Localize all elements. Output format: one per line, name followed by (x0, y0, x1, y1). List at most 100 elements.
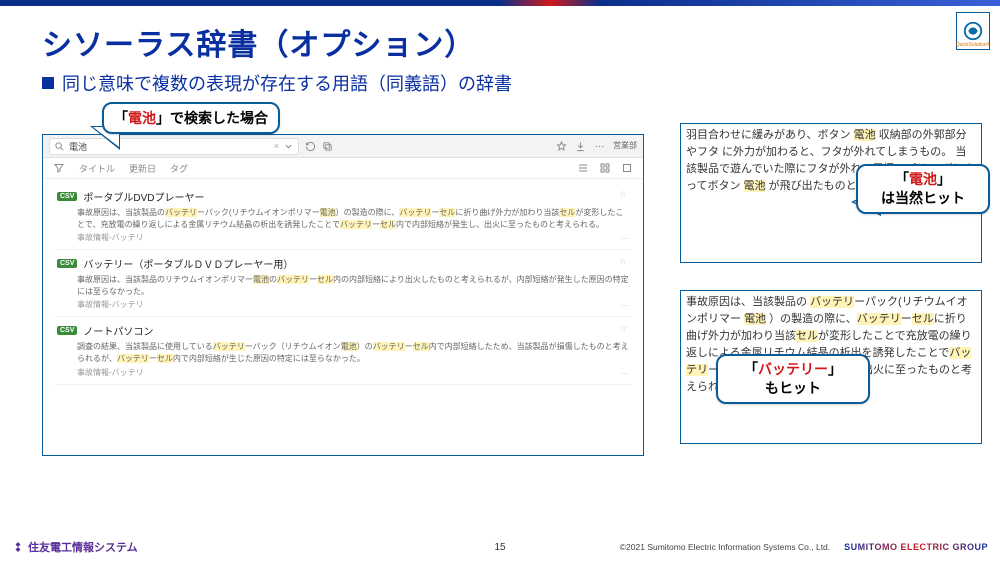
keyword-highlight: バッテリ (857, 313, 901, 325)
keyword-highlight: セル (912, 313, 934, 325)
slide-subtitle-row: 同じ意味で複数の表現が存在する用語（同義語）の辞書 (42, 70, 1000, 96)
keyword-highlight: 電池 (341, 342, 357, 351)
snippet-text: ーパック（リチウムイオン (245, 342, 341, 351)
result-snippet: 事故原因は、当該製品のバッテリーパック(リチウムイオンポリマー電池）の製造の際に… (77, 207, 629, 230)
callout-highlight: バッテリー (758, 361, 828, 377)
slide-title: シソーラス辞書（オプション） (42, 20, 1000, 64)
keyword-highlight: バッテリ (213, 342, 245, 351)
result-title: ノートパソコン (83, 323, 153, 338)
snippet-text: ）の (357, 342, 373, 351)
footer: 住友電工情報システム 15 ©2021 Sumitomo Electric In… (0, 539, 1000, 555)
search-result[interactable]: CSVポータブルDVDプレーヤー☆事故原因は、当該製品のバッテリーパック(リチウ… (55, 183, 631, 250)
keyword-highlight: セル (317, 275, 333, 284)
snippet-text: ー (149, 354, 157, 363)
keyword-highlight: 電池 (854, 129, 876, 141)
keyword-highlight: 電池 (744, 313, 766, 325)
filter-title[interactable]: タイトル (79, 162, 115, 175)
search-toolbar: 電池 × 営業部 (43, 135, 643, 158)
keyword-highlight: 電池 (744, 180, 766, 192)
callout-highlight: 電池 (909, 171, 937, 187)
content-area: 「電池」で検索した場合 「電池」 は当然ヒット 「バッテリー」 もヒット 電池 … (42, 104, 990, 484)
keyword-highlight: バッテリ (117, 354, 149, 363)
list-view-icon[interactable] (577, 162, 589, 174)
callout-text: 「 (895, 171, 909, 187)
callout-hit-battery: 「バッテリー」 もヒット (716, 354, 870, 404)
keyword-highlight: セル (413, 342, 429, 351)
filter-tag[interactable]: タグ (170, 162, 188, 175)
callout-text: 「 (114, 110, 128, 126)
product-logo: QuickSolution® (956, 12, 990, 50)
snippet-text: 内で内部短絡が生じた原因の特定には至らなかった。 (173, 354, 365, 363)
result-title: バッテリー（ポータブルＤＶＤプレーヤー用） (83, 256, 293, 271)
keyword-highlight: バッテリ (340, 220, 372, 229)
snippet-text: に折り曲げ外力が加わり当該 (455, 208, 559, 217)
favorite-star-icon[interactable]: ☆ (619, 189, 627, 200)
download-icon[interactable] (575, 141, 586, 152)
keyword-highlight: バッテリ (399, 208, 431, 217)
callout-hit-denchi: 「電池」 は当然ヒット (856, 164, 990, 214)
search-query-text: 電池 (69, 140, 87, 153)
filter-icon[interactable] (53, 162, 65, 174)
callout-text: は当然ヒット (881, 190, 965, 206)
result-more-icon[interactable]: … (621, 299, 629, 308)
diamond-icon (12, 541, 24, 553)
snippet-text: ーパック(リチウムイオンポリマー (197, 208, 320, 217)
search-results-panel: 電池 × 営業部 タイトル 更新日 タグ CSVポータブ (42, 134, 644, 456)
filter-date[interactable]: 更新日 (129, 162, 156, 175)
snippet-text: 事故原因は、当該製品のリチウムイオンポリマー (77, 275, 253, 284)
keyword-highlight: バッテリ (810, 296, 854, 308)
result-more-icon[interactable]: … (621, 367, 629, 376)
results-list: CSVポータブルDVDプレーヤー☆事故原因は、当該製品のバッテリーパック(リチウ… (43, 179, 643, 389)
snippet-text: 事故原因は、当該製品の (686, 296, 810, 308)
search-input-wrapper[interactable]: 電池 × (49, 138, 299, 155)
favorite-star-icon[interactable]: ☆ (619, 256, 627, 267)
top-accent-bar (0, 0, 1000, 6)
refresh-icon[interactable] (305, 141, 316, 152)
page-number: 15 (494, 542, 505, 553)
result-meta: 事故情報-バッテリ… (77, 232, 629, 243)
result-header: CSV ポータブルDVDプレーヤー (57, 189, 629, 204)
footer-company-logo: 住友電工情報システム (12, 539, 138, 555)
keyword-highlight: セル (559, 208, 575, 217)
footer-company-name: 住友電工情報システム (28, 539, 138, 555)
callout-text: もヒット (765, 380, 821, 396)
keyword-highlight: バッテリ (277, 275, 309, 284)
callout-highlight: 電池 (128, 110, 156, 126)
chevron-down-icon[interactable] (283, 141, 294, 152)
product-logo-caption: QuickSolution® (956, 42, 991, 48)
snippet-text: 内で内部短絡が発生し、出火に至ったものと考えられる。 (396, 220, 604, 229)
star-icon[interactable] (556, 141, 567, 152)
search-result[interactable]: CSVノートパソコン☆調査の結果、当該製品に使用しているバッテリーパック（リチウ… (55, 317, 631, 384)
filetype-badge: CSV (57, 192, 77, 201)
callout-text: 」で検索した場合 (156, 110, 268, 126)
slide-subtitle: 同じ意味で複数の表現が存在する用語（同義語）の辞書 (62, 70, 512, 96)
result-title: ポータブルDVDプレーヤー (83, 189, 204, 204)
copy-icon[interactable] (322, 141, 333, 152)
snippet-text: 調査の結果、当該製品に使用している (77, 342, 213, 351)
grid-view-icon[interactable] (599, 162, 611, 174)
result-snippet: 調査の結果、当該製品に使用しているバッテリーパック（リチウムイオン電池）のバッテ… (77, 341, 629, 364)
footer-copyright: ©2021 Sumitomo Electric Information Syst… (620, 542, 830, 552)
keyword-highlight: 電池 (253, 275, 269, 284)
footer-group-brand: SUMITOMO ELECTRIC GROUP (844, 542, 988, 552)
filetype-badge: CSV (57, 259, 77, 268)
expand-icon[interactable] (621, 162, 633, 174)
toolbar-right: 営業部 (556, 141, 637, 152)
snippet-text: ）の製造の際に、 (336, 208, 400, 217)
snippet-text: ー (901, 313, 912, 325)
favorite-star-icon[interactable]: ☆ (619, 323, 627, 334)
keyword-highlight: セル (157, 354, 173, 363)
callout-text: 」 (937, 171, 951, 187)
result-more-icon[interactable]: … (621, 232, 629, 241)
search-result[interactable]: CSV バッテリー（ポータブルＤＶＤプレーヤー用） ☆ 事故原因は、当該製品のリチウム… (55, 250, 631, 317)
clear-search-button[interactable]: × (274, 141, 279, 151)
snippet-text: ー (405, 342, 413, 351)
snippet-text: ）の製造の際に、 (766, 313, 857, 325)
keyword-highlight: セル (796, 330, 818, 342)
result-meta: 事故情報-バッテリ… (77, 299, 629, 310)
keyword-highlight: 電池 (320, 208, 336, 217)
keyword-highlight: バッテリ (373, 342, 405, 351)
view-tools (577, 162, 633, 174)
more-icon[interactable] (594, 141, 605, 152)
department-label: 営業部 (613, 142, 637, 150)
